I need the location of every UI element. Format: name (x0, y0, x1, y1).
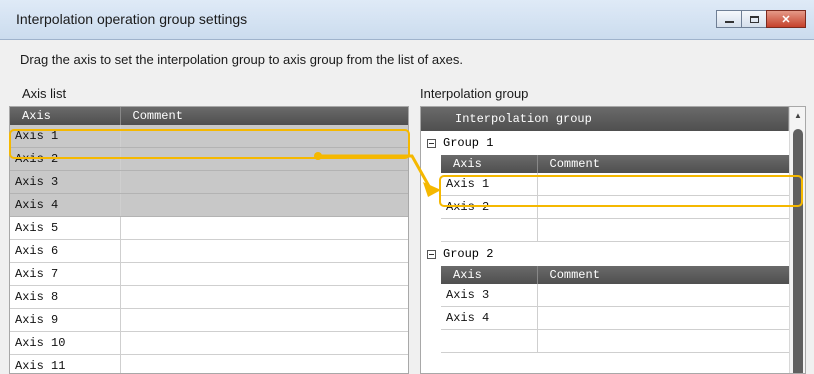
drag-arrow-origin (314, 152, 322, 160)
drag-arrow-head (423, 182, 441, 197)
drag-arrow-icon (314, 152, 441, 197)
drag-arrow-line (318, 154, 432, 189)
